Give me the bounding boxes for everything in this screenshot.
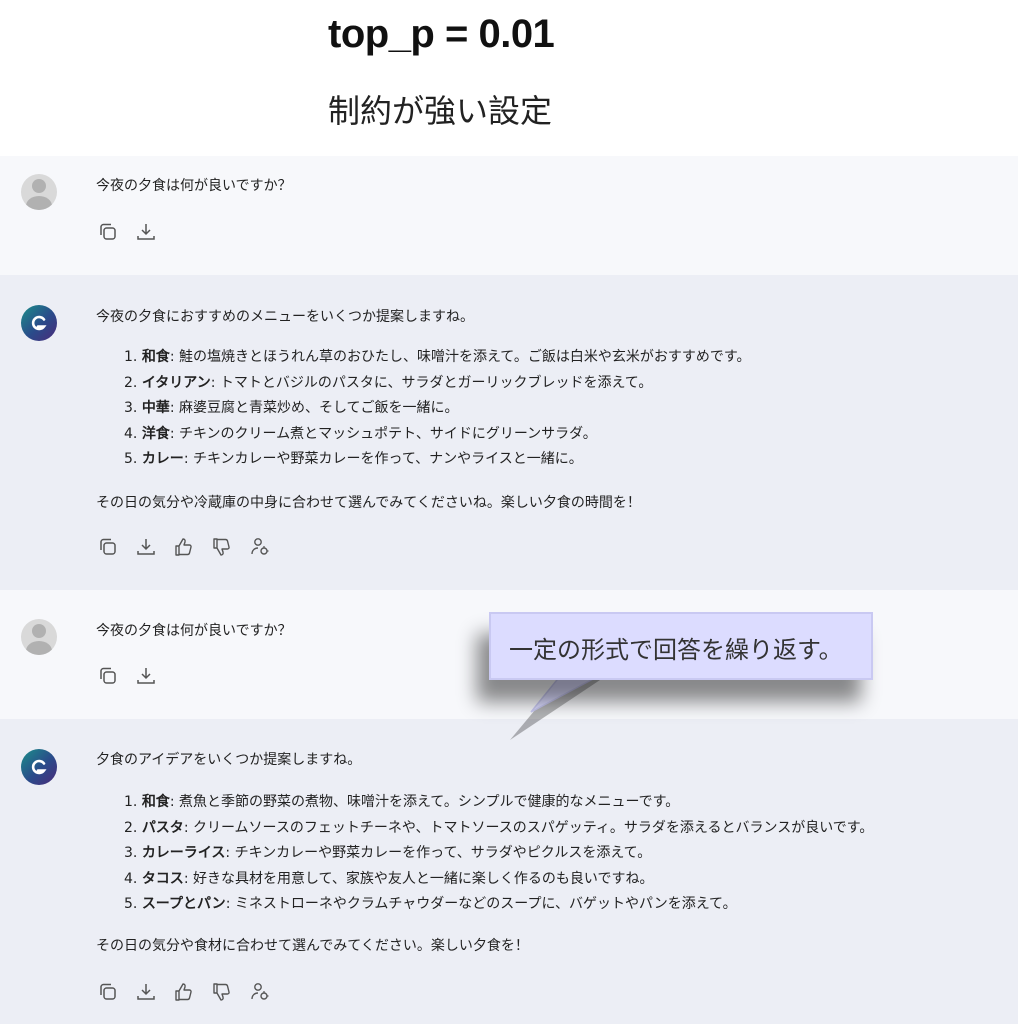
list-item: 3. 中華: 麻婆豆腐と青菜炒め、そしてご飯を一緒に。: [124, 400, 459, 416]
list-item: 5. カレー: チキンカレーや野菜カレーを作って、ナンやライスと一緒に。: [124, 451, 583, 467]
user-message: 今夜の夕食は何が良いですか？: [0, 156, 1018, 275]
assistant-intro: 今夜の夕食におすすめのメニューをいくつか提案しますね。: [96, 309, 474, 325]
assistant-outro: その日の気分や冷蔵庫の中身に合わせて選んでみてくださいね。楽しい夕食の時間を！: [96, 495, 641, 511]
download-icon: [137, 668, 155, 684]
assistant-intro: 夕食のアイデアをいくつか提案しますね。: [96, 752, 362, 768]
header: top_p = 0.01 制約が強い設定: [0, 0, 1018, 156]
list-item: 4. 洋食: チキンのクリーム煮とマッシュポテト、サイドにグリーンサラダ。: [124, 425, 597, 442]
message-actions: [97, 664, 173, 688]
download-icon: [137, 984, 155, 1000]
speaker-icon: [251, 538, 269, 555]
copy-button[interactable]: [97, 664, 135, 688]
copy-icon: [100, 538, 116, 555]
user-message-text: 今夜の夕食は何が良いですか？: [96, 623, 292, 639]
page-subtitle: 制約が強い設定: [328, 92, 553, 130]
message-actions: [97, 980, 287, 1004]
list-item: 4. タコス: 好きな具材を用意して、家族や友人と一緒に楽しく作るのも良いですね…: [124, 870, 654, 887]
download-icon: [137, 539, 155, 555]
thumbs-up-icon: [175, 538, 192, 556]
copy-icon: [100, 983, 116, 1000]
message-actions: [97, 220, 173, 244]
download-button[interactable]: [135, 535, 173, 559]
thumbs-up-button[interactable]: [173, 980, 211, 1004]
thumbs-down-button[interactable]: [211, 980, 249, 1004]
list-item: 3. カレーライス: チキンカレーや野菜カレーを作って、サラダやピクルスを添えて…: [124, 845, 652, 861]
read-aloud-button[interactable]: [249, 980, 287, 1004]
list-item: 2. パスタ: クリームソースのフェットチーネや、トマトソースのスパゲッティ。サ…: [124, 819, 874, 836]
thumbs-up-button[interactable]: [173, 535, 211, 559]
message-actions: [97, 535, 287, 559]
user-avatar-icon: [21, 174, 57, 210]
list-item: 2. イタリアン: トマトとバジルのパスタに、サラダとガーリックブレッドを添えて…: [124, 374, 653, 391]
assistant-logo-icon: [21, 305, 57, 341]
download-button[interactable]: [135, 980, 173, 1004]
assistant-message: 夕食のアイデアをいくつか提案しますね。 1. 和食: 煮魚と季節の野菜の煮物、味…: [0, 719, 1018, 1024]
copy-button[interactable]: [97, 220, 135, 244]
copy-icon: [100, 667, 116, 684]
thumbs-down-button[interactable]: [211, 535, 249, 559]
user-message-text: 今夜の夕食は何が良いですか？: [96, 178, 292, 194]
copy-button[interactable]: [97, 980, 135, 1004]
user-avatar-icon: [21, 619, 57, 655]
callout-annotation: 一定の形式で回答を繰り返す。: [489, 612, 873, 680]
read-aloud-button[interactable]: [249, 535, 287, 559]
page-title: top_p = 0.01: [328, 12, 555, 56]
speaker-icon: [251, 983, 269, 1000]
assistant-logo-icon: [21, 749, 57, 785]
copy-icon: [100, 223, 116, 240]
assistant-outro: その日の気分や食材に合わせて選んでみてください。楽しい夕食を！: [96, 938, 529, 954]
download-icon: [137, 224, 155, 240]
thumbs-down-icon: [213, 538, 230, 556]
copy-button[interactable]: [97, 535, 135, 559]
suggestion-list: 1. 和食: 煮魚と季節の野菜の煮物、味噌汁を添えて。シンプルで健康的なメニュー…: [124, 790, 873, 918]
thumbs-up-icon: [175, 983, 192, 1001]
download-button[interactable]: [135, 664, 173, 688]
download-button[interactable]: [135, 220, 173, 244]
list-item: 5. スープとパン: ミネストローネやクラムチャウダーなどのスープに、バゲットや…: [124, 896, 737, 912]
list-item: 1. 和食: 煮魚と季節の野菜の煮物、味噌汁を添えて。シンプルで健康的なメニュー…: [124, 794, 680, 810]
suggestion-list: 1. 和食: 鮭の塩焼きとほうれん草のおひたし、味噌汁を添えて。ご飯は白米や玄米…: [124, 345, 750, 473]
callout-text: 一定の形式で回答を繰り返す。: [509, 636, 843, 664]
assistant-message: 今夜の夕食におすすめのメニューをいくつか提案しますね。 1. 和食: 鮭の塩焼き…: [0, 275, 1018, 590]
list-item: 1. 和食: 鮭の塩焼きとほうれん草のおひたし、味噌汁を添えて。ご飯は白米や玄米…: [124, 349, 751, 365]
thumbs-down-icon: [213, 983, 230, 1001]
